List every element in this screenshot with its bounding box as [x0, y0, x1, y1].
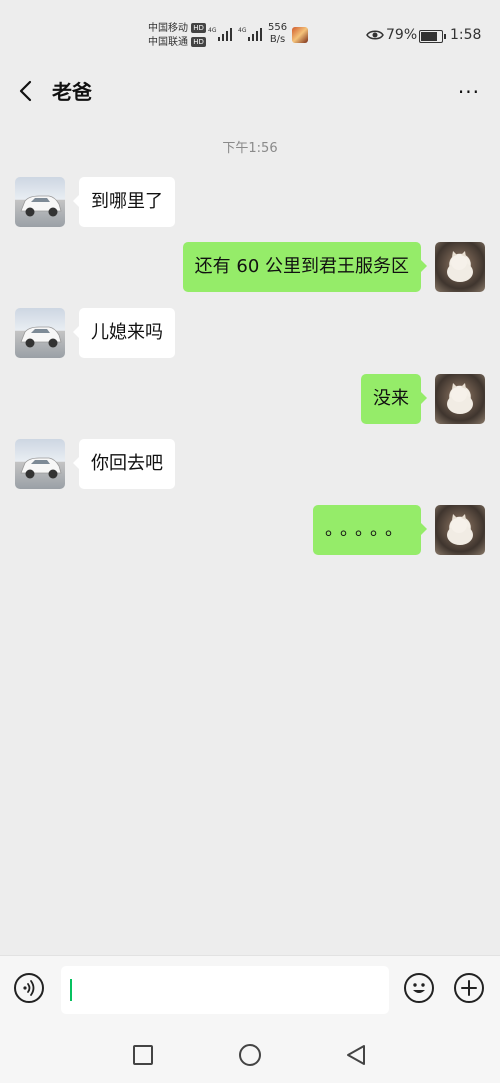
chat-header: 老爸 ···: [0, 70, 500, 112]
car-avatar-icon: [20, 326, 62, 348]
speed-unit: B/s: [269, 34, 286, 45]
network-speed: 556 B/s: [268, 22, 287, 46]
car-avatar-icon: [20, 457, 62, 479]
cat-avatar-icon: [447, 383, 473, 414]
voice-icon: [23, 980, 35, 996]
emoji-icon: [413, 983, 425, 993]
hd-badge: HD: [191, 23, 206, 33]
system-nav-bar: [0, 1025, 500, 1083]
message-bubble[interactable]: 。。。。。: [313, 505, 427, 555]
emoji-button[interactable]: [404, 973, 434, 1003]
eye-icon: [366, 30, 384, 40]
clock: 1:58: [450, 27, 482, 43]
message-row-outgoing: 。。。。。: [0, 505, 500, 561]
message-bubble[interactable]: 儿媳来吗: [73, 308, 175, 358]
chevron-left-icon[interactable]: [14, 78, 40, 104]
user-avatar[interactable]: [435, 374, 485, 424]
triangle-back-icon[interactable]: [344, 1043, 368, 1067]
network-label: 4G: [238, 27, 247, 34]
battery-percent: 79%: [386, 27, 418, 43]
carrier-2: 中国联通: [148, 37, 188, 48]
plus-icon: [461, 980, 477, 996]
message-row-incoming: 到哪里了: [0, 177, 500, 233]
battery-fill: [421, 32, 437, 41]
voice-button[interactable]: [14, 973, 44, 1003]
message-bubble[interactable]: 到哪里了: [73, 177, 175, 227]
cat-avatar-icon: [447, 251, 473, 282]
game-app-icon: [292, 27, 308, 43]
plus-button[interactable]: [454, 973, 484, 1003]
car-avatar-icon: [20, 195, 62, 217]
circle-icon[interactable]: [238, 1043, 262, 1067]
message-row-incoming: 你回去吧: [0, 439, 500, 495]
message-input-bar: [0, 955, 500, 1026]
carrier-info: 中国移动 HD 中国联通 HD: [148, 22, 206, 50]
more-options-icon[interactable]: ···: [458, 80, 480, 104]
chat-title: 老爸: [52, 80, 92, 104]
user-avatar[interactable]: [435, 505, 485, 555]
contact-avatar[interactable]: [15, 439, 65, 489]
message-row-outgoing: 没来: [0, 374, 500, 430]
signal-icon: 4G: [208, 27, 232, 41]
hd-badge: HD: [191, 37, 206, 47]
status-bar: 中国移动 HD 中国联通 HD 4G 4G 556 B/s 79% 1:58: [0, 0, 500, 70]
contact-avatar[interactable]: [15, 308, 65, 358]
text-cursor: [70, 979, 72, 1001]
message-bubble[interactable]: 没来: [361, 374, 427, 424]
signal-icon: 4G: [238, 27, 262, 41]
message-timestamp: 下午1:56: [222, 141, 278, 156]
carrier-1: 中国移动: [148, 23, 188, 34]
message-input[interactable]: [61, 966, 389, 1014]
network-label: 4G: [208, 27, 217, 34]
square-icon[interactable]: [132, 1044, 154, 1066]
message-bubble[interactable]: 还有 60 公里到君王服务区: [182, 242, 428, 292]
message-bubble[interactable]: 你回去吧: [73, 439, 175, 489]
message-row-incoming: 儿媳来吗: [0, 308, 500, 364]
user-avatar[interactable]: [435, 242, 485, 292]
battery-icon: [419, 30, 446, 43]
contact-avatar[interactable]: [15, 177, 65, 227]
speed-value: 556: [268, 22, 288, 33]
message-row-outgoing: 还有 60 公里到君王服务区: [0, 242, 500, 298]
cat-avatar-icon: [447, 514, 473, 545]
